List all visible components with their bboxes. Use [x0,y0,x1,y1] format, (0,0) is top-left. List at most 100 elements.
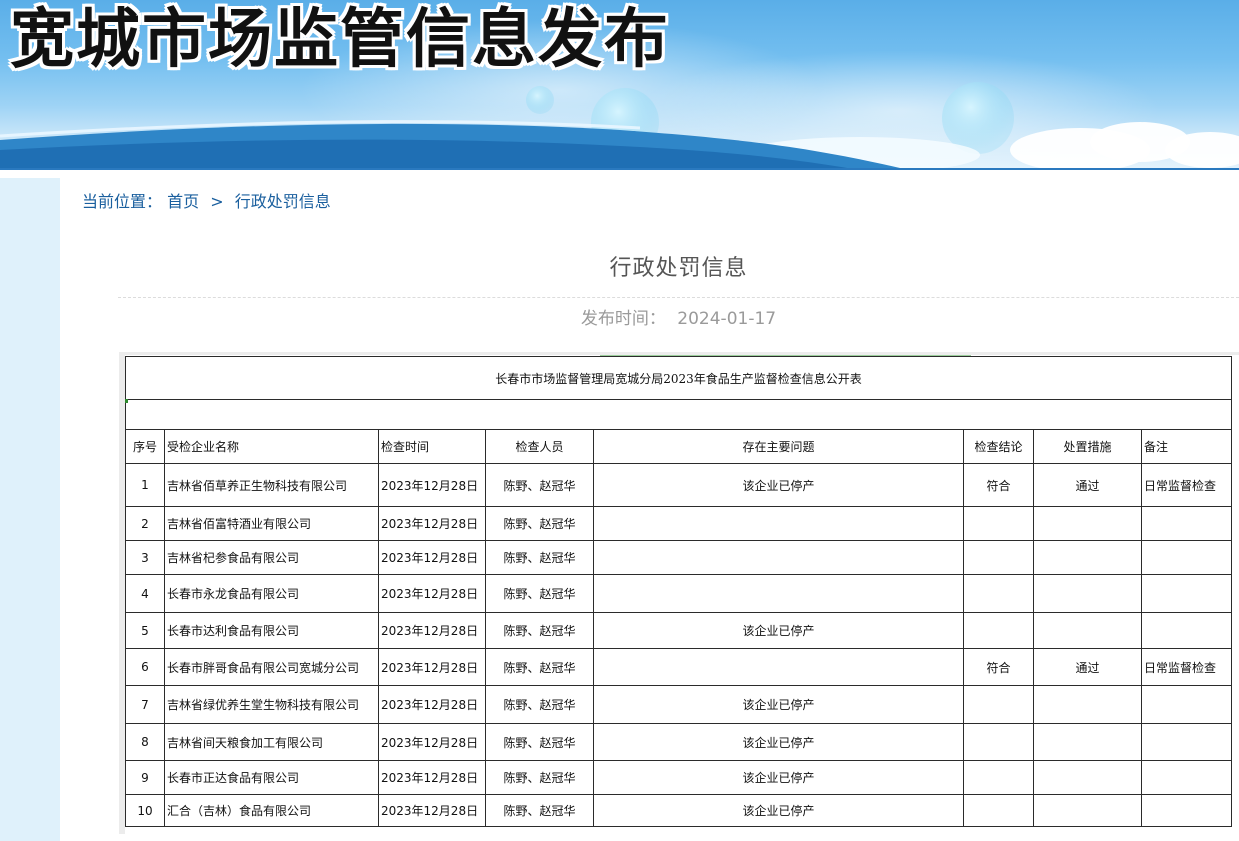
breadcrumb-separator: > [210,192,224,211]
cell-date: 2023年12月28日 [378,506,486,541]
header-company: 受检企业名称 [164,429,379,464]
cell-inspectors: 陈野、赵冠华 [485,760,594,795]
publish-time-value: 2024-01-17 [677,309,777,329]
cell-measure [1033,723,1142,761]
cell-date: 2023年12月28日 [378,540,486,575]
cell-issue: 该企业已停产 [593,760,964,795]
cell-no: 6 [125,648,165,686]
left-sidebar [0,178,60,841]
cell-issue: 该企业已停产 [593,685,964,724]
table-row: 8 吉林省间天粮食加工有限公司 2023年12月28日 陈野、赵冠华 该企业已停产 [125,723,1233,761]
cell-measure [1033,574,1142,613]
table-row: 6 长春市胖哥食品有限公司宽城分公司 2023年12月28日 陈野、赵冠华 符合 通过 日常… [125,648,1233,686]
cell-issue [593,648,964,686]
publish-time-label: 发布时间： [580,309,666,329]
cell-conclusion [963,506,1034,541]
cell-conclusion [963,612,1034,649]
table-title: 长春市市场监督管理局宽城分局2023年食品生产监督检查信息公开表 [125,356,1233,400]
publish-time: 发布时间： 2024-01-17 [118,306,1239,332]
cell-inspectors: 陈野、赵冠华 [485,648,594,686]
table-blank-row [125,399,1233,430]
cell-conclusion [963,685,1034,724]
table-row: 9 长春市正达食品有限公司 2023年12月28日 陈野、赵冠华 该企业已停产 [125,760,1233,795]
inspection-table-container: 长春市市场监督管理局宽城分局2023年食品生产监督检查信息公开表 序号 受检企业… [119,352,1239,834]
cell-remark: 日常监督检查 [1140,463,1233,507]
cell-no: 1 [125,463,165,507]
cell-company: 吉林省间天粮食加工有限公司 [164,723,379,761]
cell-company: 吉林省绿优养生堂生物科技有限公司 [164,685,379,724]
cell-company: 吉林省佰草养正生物科技有限公司 [164,463,379,507]
cell-date: 2023年12月28日 [378,685,486,724]
cell-conclusion [963,574,1034,613]
title-divider [118,297,1239,298]
cell-conclusion: 符合 [963,648,1034,686]
cell-measure [1033,540,1142,575]
cell-date: 2023年12月28日 [378,760,486,795]
table-blank-cell [125,399,1233,430]
table-row: 5 长春市达利食品有限公司 2023年12月28日 陈野、赵冠华 该企业已停产 [125,612,1233,649]
cell-measure [1033,612,1142,649]
cell-issue: 该企业已停产 [593,612,964,649]
cell-issue: 该企业已停产 [593,723,964,761]
cell-inspectors: 陈野、赵冠华 [485,794,594,827]
cell-date: 2023年12月28日 [378,574,486,613]
breadcrumb-home-link[interactable]: 首页 [167,192,199,211]
cell-inspectors: 陈野、赵冠华 [485,685,594,724]
header-banner: 宽城市场监管信息发布 [0,0,1239,170]
cell-company: 长春市达利食品有限公司 [164,612,379,649]
header-no: 序号 [125,429,165,464]
cell-no: 10 [125,794,165,827]
table-title-row: 长春市市场监督管理局宽城分局2023年食品生产监督检查信息公开表 [125,356,1233,400]
table-row: 4 长春市永龙食品有限公司 2023年12月28日 陈野、赵冠华 [125,574,1233,613]
table-row: 3 吉林省杞参食品有限公司 2023年12月28日 陈野、赵冠华 [125,540,1233,575]
cell-conclusion [963,540,1034,575]
cell-company: 长春市胖哥食品有限公司宽城分公司 [164,648,379,686]
cell-conclusion [963,794,1034,827]
cell-inspectors: 陈野、赵冠华 [485,463,594,507]
cell-inspectors: 陈野、赵冠华 [485,723,594,761]
table-header-row: 序号 受检企业名称 检查时间 检查人员 存在主要问题 检查结论 处置措施 备注 [125,429,1233,464]
header-measure: 处置措施 [1033,429,1142,464]
header-conclusion: 检查结论 [963,429,1034,464]
cell-date: 2023年12月28日 [378,723,486,761]
cell-inspectors: 陈野、赵冠华 [485,506,594,541]
table-row: 10 汇合（吉林）食品有限公司 2023年12月28日 陈野、赵冠华 该企业已停产 [125,794,1233,827]
cell-measure: 通过 [1033,648,1142,686]
cell-remark [1140,685,1233,724]
inspection-table: 长春市市场监督管理局宽城分局2023年食品生产监督检查信息公开表 序号 受检企业… [125,356,1233,827]
cell-issue [593,506,964,541]
cell-measure [1033,685,1142,724]
cell-issue [593,540,964,575]
page: 宽城市场监管信息发布 当前位置： 首页 > 行政处罚信息 行政处罚信息 发布时间… [0,0,1239,841]
cell-company: 吉林省杞参食品有限公司 [164,540,379,575]
cell-remark [1140,574,1233,613]
cell-remark: 日常监督检查 [1140,648,1233,686]
cell-date: 2023年12月28日 [378,794,486,827]
cell-no: 3 [125,540,165,575]
cell-remark [1140,506,1233,541]
cell-date: 2023年12月28日 [378,648,486,686]
cell-no: 4 [125,574,165,613]
cell-measure [1033,794,1142,827]
cell-conclusion [963,723,1034,761]
cell-issue: 该企业已停产 [593,794,964,827]
table-row: 2 吉林省佰富特酒业有限公司 2023年12月28日 陈野、赵冠华 [125,506,1233,541]
cell-remark [1140,540,1233,575]
header-issue: 存在主要问题 [593,429,964,464]
cell-inspectors: 陈野、赵冠华 [485,612,594,649]
cell-conclusion: 符合 [963,463,1034,507]
table-corner-mark [125,399,128,403]
cell-company: 长春市永龙食品有限公司 [164,574,379,613]
site-title: 宽城市场监管信息发布 [10,3,670,77]
cell-remark [1140,723,1233,761]
cell-issue: 该企业已停产 [593,463,964,507]
cell-remark [1140,612,1233,649]
cell-no: 9 [125,760,165,795]
cell-company: 吉林省佰富特酒业有限公司 [164,506,379,541]
header-remark: 备注 [1140,429,1233,464]
breadcrumb-current-link[interactable]: 行政处罚信息 [235,192,331,211]
header-date: 检查时间 [378,429,486,464]
breadcrumb: 当前位置： 首页 > 行政处罚信息 [82,190,331,214]
cell-no: 8 [125,723,165,761]
cell-measure [1033,760,1142,795]
